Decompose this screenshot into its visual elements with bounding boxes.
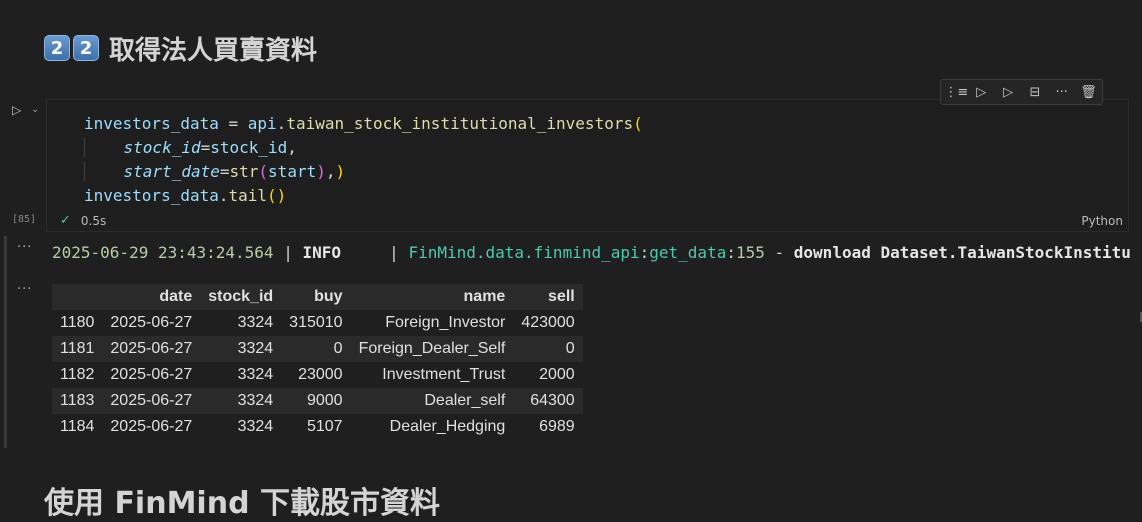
table-cell: 2025-06-27 — [110, 366, 193, 383]
check-icon: ✓ — [60, 213, 71, 228]
column-header: date — [102, 284, 201, 310]
log-output: 2025-06-29 23:43:24.564 | INFO | FinMind… — [52, 243, 1131, 262]
table-row: 1183 2025-06-27 3324 9000 Dealer_self 64… — [52, 388, 583, 414]
row-index: 1182 — [60, 366, 95, 383]
code-cell[interactable]: investors_data = api.taiwan_stock_instit… — [46, 99, 1129, 232]
table-cell: 3324 — [200, 336, 282, 362]
table-cell: Dealer_Hedging — [389, 418, 506, 435]
table-cell: 6989 — [539, 418, 575, 435]
table-cell: 2025-06-27 — [102, 388, 201, 414]
table-cell: 2025-06-27 — [110, 314, 193, 331]
code-line-2: stock_id=stock_id, — [84, 138, 297, 157]
table-cell: 315010 — [289, 314, 343, 331]
execution-count: [85] — [12, 214, 37, 225]
row-index: 1180 — [60, 314, 95, 331]
row-index: 1183 — [52, 388, 103, 414]
code-line-3: start_date=str(start),) — [84, 162, 345, 181]
table-cell: 3324 — [237, 418, 274, 435]
chevron-down-icon[interactable]: ⌄ — [31, 104, 39, 115]
table-cell: 9000 — [281, 388, 351, 414]
next-section-heading: 使用 FinMind 下載股市資料 — [44, 486, 440, 521]
table-cell: Investment_Trust — [382, 366, 506, 383]
code-line-1: investors_data = api.taiwan_stock_instit… — [84, 114, 643, 133]
keycap-two-icon: 2 — [73, 35, 99, 61]
table-cell: Foreign_Dealer_Self — [350, 336, 514, 362]
table-cell: 64300 — [513, 388, 583, 414]
cell-toolbar: ⋮≡ ▷ ▷ ⊟ ··· 🗑 — [940, 79, 1103, 105]
output-menu-icon[interactable]: ··· — [17, 240, 32, 255]
keycap-two-icon: 2 — [44, 35, 70, 61]
delete-icon[interactable]: 🗑 — [1079, 85, 1099, 100]
column-header: name — [350, 284, 514, 310]
table-row: 1181 2025-06-27 3324 0 Foreign_Dealer_Se… — [52, 336, 583, 362]
table-cell: 0 — [513, 336, 583, 362]
table-cell: 2025-06-27 — [102, 336, 201, 362]
more-icon[interactable]: ··· — [1052, 85, 1072, 100]
execution-time: 0.5s — [80, 213, 107, 228]
row-index: 1181 — [52, 336, 103, 362]
table-cell: 5107 — [306, 418, 343, 435]
table-cell: 3324 — [237, 366, 274, 383]
table-row: 1184 2025-06-27 3324 5107 Dealer_Hedging… — [52, 414, 583, 440]
table-cell: 423000 — [521, 314, 575, 331]
column-header — [52, 284, 103, 310]
table-cell: 2000 — [539, 366, 575, 383]
column-header: sell — [513, 284, 583, 310]
language-selector[interactable]: Python — [1081, 214, 1123, 228]
run-above-icon[interactable]: ⋮≡ — [944, 85, 968, 100]
table-cell: 2025-06-27 — [110, 418, 193, 435]
output-collapse-bar[interactable] — [4, 236, 7, 448]
dataframe-table: date stock_id buy name sell 1180 2025-06… — [52, 284, 583, 440]
output-menu-icon[interactable]: ··· — [17, 282, 32, 297]
column-header: stock_id — [200, 284, 282, 310]
table-cell: 3324 — [200, 388, 282, 414]
execution-status: ✓ 0.5s — [60, 213, 106, 228]
table-cell: 3324 — [237, 314, 274, 331]
table-cell: 0 — [281, 336, 351, 362]
column-header: buy — [281, 284, 351, 310]
run-below-icon[interactable]: ▷ — [998, 85, 1018, 100]
code-line-4: investors_data.tail() — [84, 186, 287, 205]
table-row: 1182 2025-06-27 3324 23000 Investment_Tr… — [52, 362, 583, 388]
heading-title: 取得法人買賣資料 — [109, 35, 318, 66]
table-cell: Foreign_Investor — [385, 314, 506, 331]
split-cell-icon[interactable]: ⊟ — [1025, 85, 1045, 100]
code-editor[interactable]: investors_data = api.taiwan_stock_instit… — [84, 112, 643, 208]
keycap-number-icons: 2 2 — [44, 35, 99, 61]
table-row: 1180 2025-06-27 3324 315010 Foreign_Inve… — [52, 310, 583, 336]
row-index: 1184 — [60, 418, 95, 435]
table-cell: 23000 — [298, 366, 343, 383]
run-cell-icon[interactable]: ▷ — [971, 85, 991, 100]
section-heading: 2 2 取得法人買賣資料 — [44, 28, 317, 68]
run-cell-button[interactable]: ▷ — [12, 103, 21, 117]
table-header-row: date stock_id buy name sell — [52, 284, 583, 310]
table-cell: Dealer_self — [350, 388, 514, 414]
